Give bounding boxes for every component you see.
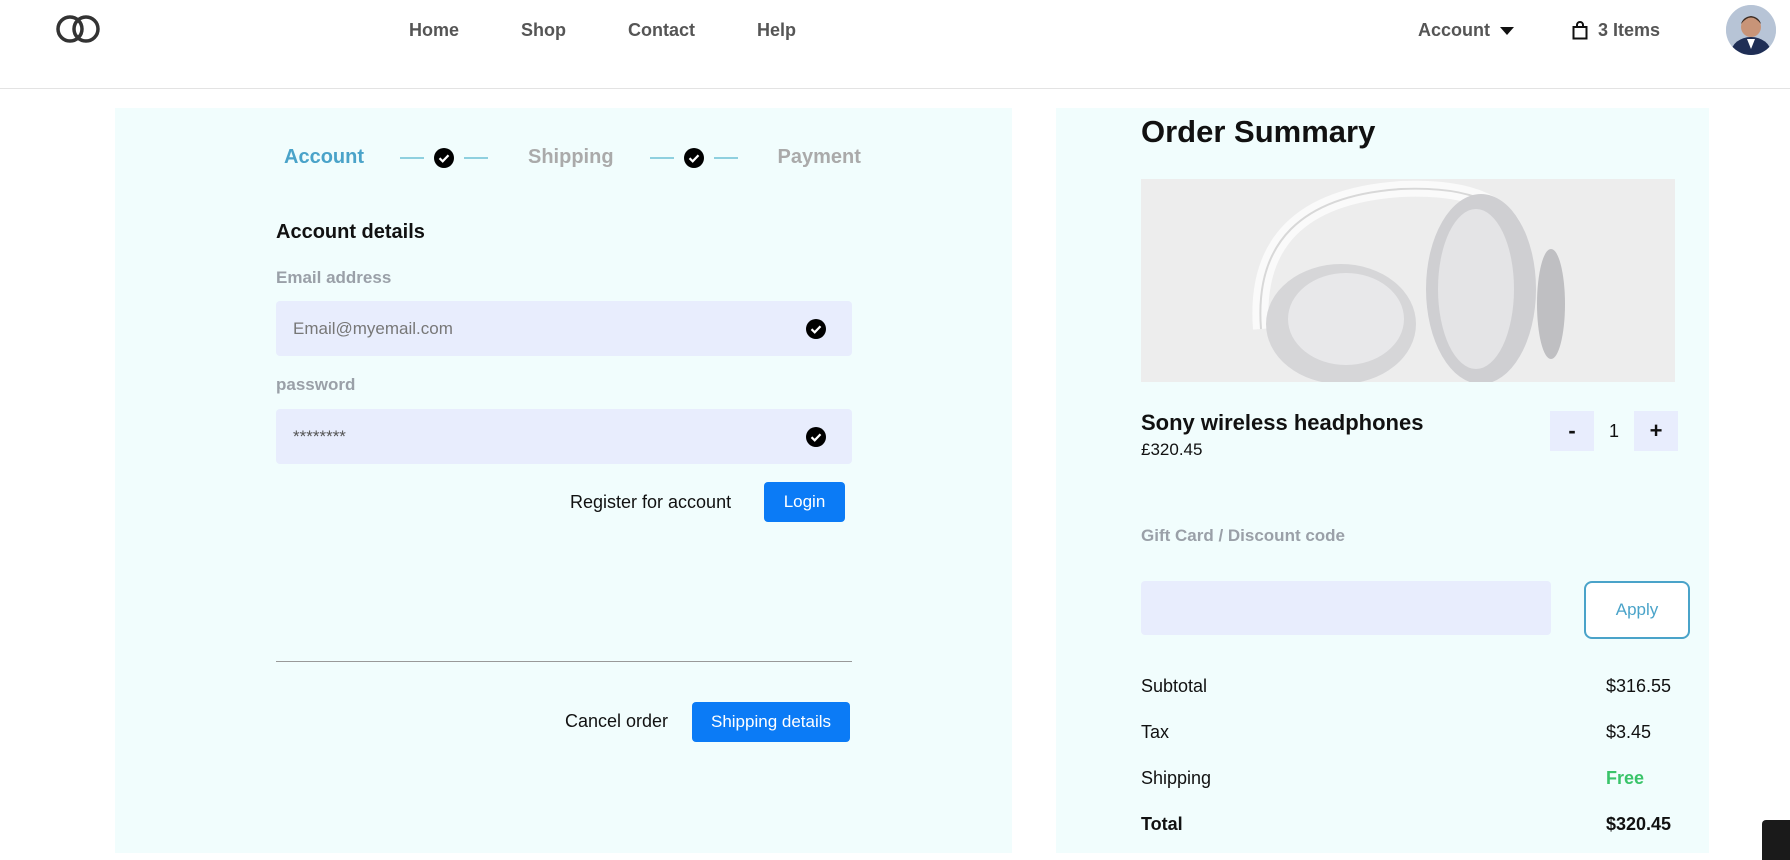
step-account[interactable]: Account — [284, 146, 364, 169]
login-button[interactable]: Login — [764, 482, 845, 522]
checkout-form-panel: Account Shipping Payment Account details… — [115, 108, 1012, 853]
shipping-value: Free — [1606, 768, 1645, 788]
nav-home[interactable]: Home — [409, 20, 459, 41]
shipping-row: Shipping Free — [1141, 768, 1671, 789]
product-name: Sony wireless headphones — [1141, 410, 1424, 435]
apply-button[interactable]: Apply — [1584, 581, 1690, 639]
register-link[interactable]: Register for account — [570, 492, 731, 513]
order-summary-title: Order Summary — [1141, 114, 1376, 149]
email-label: Email address — [276, 268, 392, 287]
total-value: $320.45 — [1606, 814, 1672, 834]
gift-card-input[interactable] — [1141, 581, 1551, 635]
tax-label: Tax — [1141, 722, 1170, 742]
logo-icon[interactable] — [53, 12, 103, 46]
product-price: £320.45 — [1141, 440, 1203, 459]
account-dropdown[interactable]: Account — [1418, 20, 1514, 41]
product-image — [1141, 179, 1675, 382]
account-details-title: Account details — [276, 221, 425, 243]
check-circle-icon — [434, 147, 454, 168]
nav-shop[interactable]: Shop — [521, 20, 566, 41]
step-shipping[interactable]: Shipping — [528, 146, 614, 169]
caret-down-icon — [1500, 26, 1514, 35]
password-field-wrapper — [276, 409, 852, 464]
nav-contact[interactable]: Contact — [628, 20, 695, 41]
divider — [276, 661, 852, 662]
shopping-bag-icon — [1572, 21, 1588, 40]
step-connector — [400, 147, 488, 168]
subtotal-row: Subtotal $316.55 — [1141, 676, 1671, 697]
subtotal-label: Subtotal — [1141, 676, 1208, 696]
nav-help[interactable]: Help — [757, 20, 796, 41]
increment-button[interactable]: + — [1634, 411, 1678, 451]
total-label: Total — [1141, 814, 1183, 834]
check-circle-icon — [806, 427, 826, 447]
total-row: Total $320.45 — [1141, 814, 1671, 835]
gift-card-label: Gift Card / Discount code — [1141, 526, 1346, 545]
avatar[interactable] — [1726, 5, 1776, 55]
subtotal-value: $316.55 — [1606, 676, 1672, 696]
top-header: Home Shop Contact Help Account 3 Items — [0, 0, 1790, 89]
check-circle-icon — [683, 147, 704, 168]
email-field-wrapper — [276, 301, 852, 356]
quantity-value: 1 — [1608, 420, 1619, 441]
step-payment[interactable]: Payment — [778, 146, 861, 169]
shipping-details-button[interactable]: Shipping details — [692, 702, 850, 742]
step-connector — [649, 147, 738, 168]
cart-button[interactable]: 3 Items — [1572, 20, 1660, 41]
order-summary-panel: Order Summary Sony wireless headphones £… — [1056, 108, 1709, 853]
decrement-button[interactable]: - — [1550, 411, 1594, 451]
password-label: password — [276, 375, 356, 394]
quantity-stepper: - 1 + — [1550, 411, 1678, 451]
cancel-order-link[interactable]: Cancel order — [565, 711, 668, 732]
cart-count: 3 Items — [1598, 20, 1661, 40]
corner-widget[interactable] — [1762, 820, 1790, 860]
main-nav: Home Shop Contact Help — [409, 20, 858, 41]
tax-value: $3.45 — [1606, 722, 1652, 742]
tax-row: Tax $3.45 — [1141, 722, 1671, 743]
account-label: Account — [1418, 20, 1490, 40]
password-field[interactable] — [276, 409, 852, 464]
check-circle-icon — [806, 319, 826, 339]
shipping-label: Shipping — [1141, 768, 1212, 788]
checkout-stepper: Account Shipping Payment — [284, 146, 861, 169]
email-field[interactable] — [276, 301, 852, 356]
